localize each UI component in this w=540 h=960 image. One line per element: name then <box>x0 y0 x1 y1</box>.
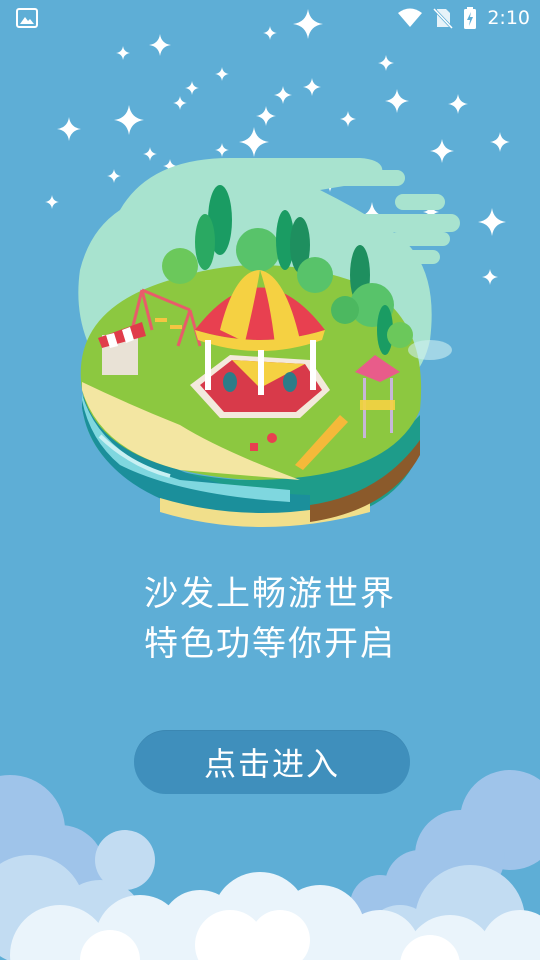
headline-line-1: 沙发上畅游世界 <box>144 574 396 614</box>
headline-line-2: 特色功等你开启 <box>144 624 396 664</box>
amusement-park-island-illustration <box>78 158 460 527</box>
clouds-decoration <box>0 770 540 960</box>
